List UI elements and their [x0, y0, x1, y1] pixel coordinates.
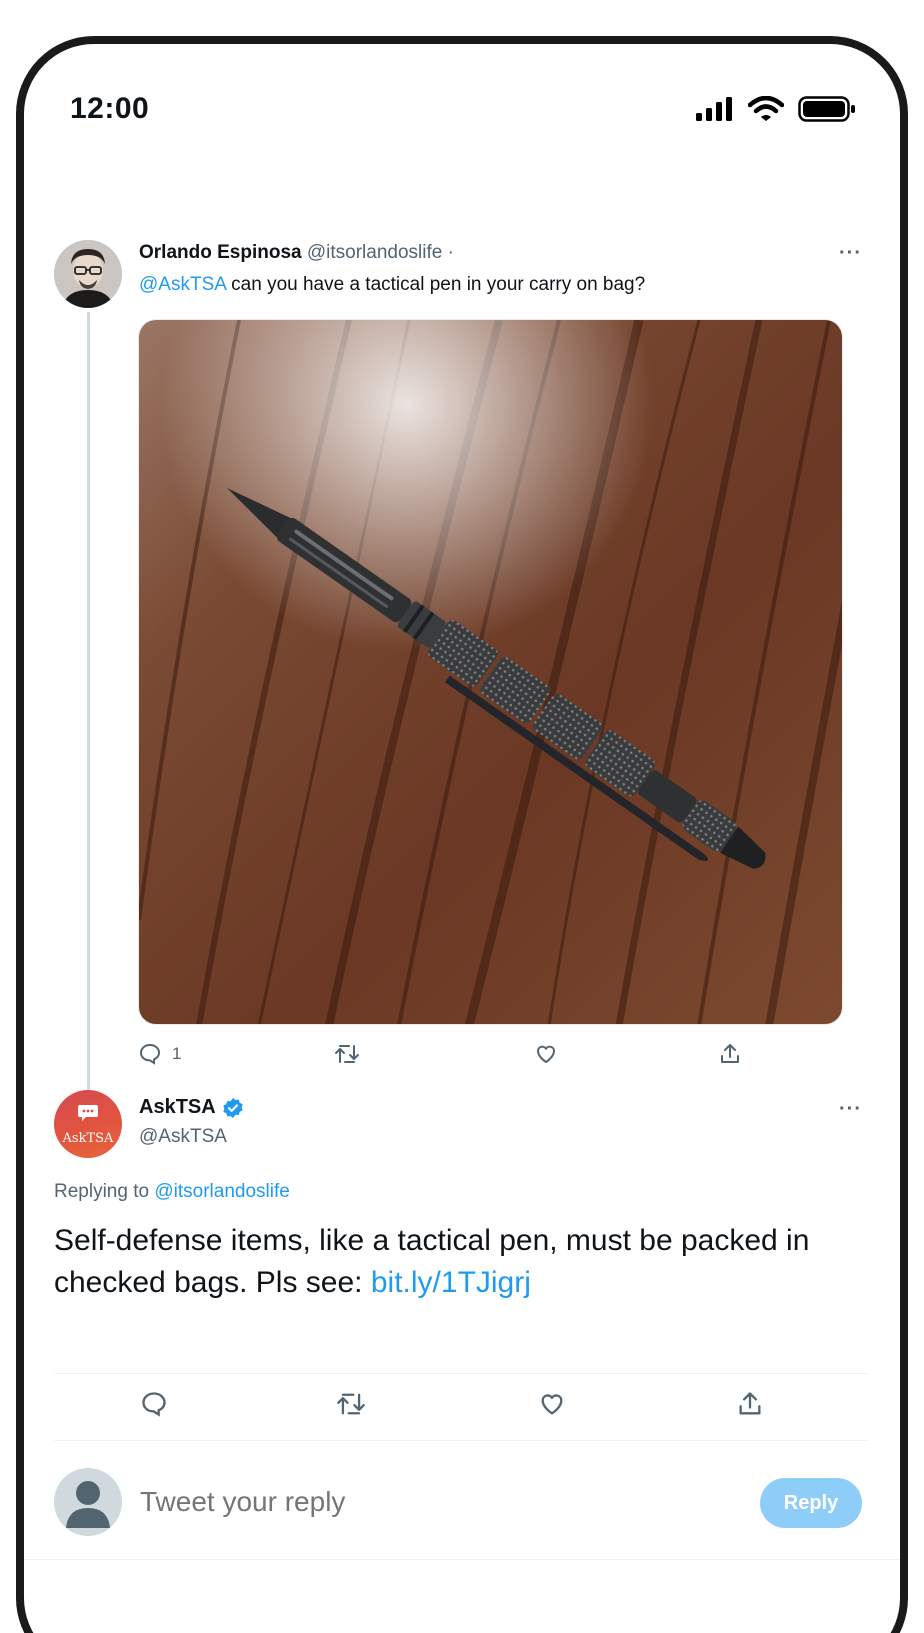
divider: [24, 1559, 900, 1560]
reply-action[interactable]: [140, 1390, 168, 1418]
heart-icon: [541, 1394, 563, 1415]
default-avatar: [54, 1468, 122, 1536]
author-name-text: AskTSA: [139, 1096, 216, 1118]
asktsa-avatar[interactable]: AskTSA: [54, 1090, 122, 1158]
tweet-text: @AskTSA can you have a tactical pen in y…: [139, 274, 645, 296]
share-action[interactable]: [718, 1042, 742, 1066]
tweet-body: Self-defense items, like a tactical pen,…: [54, 1220, 864, 1304]
retweet-icon: [335, 1045, 359, 1063]
thread-line: [87, 312, 90, 1120]
share-icon: [721, 1044, 739, 1063]
tactical-pen-photo: [139, 320, 842, 1024]
tweet-actions: 1: [138, 1042, 748, 1074]
tweet-text-body: can you have a tactical pen in your carr…: [225, 274, 646, 295]
wifi-icon: [748, 96, 784, 121]
divider: [54, 1373, 868, 1374]
reply-count: 1: [172, 1044, 182, 1063]
screen: 12:00 Orlando Espinosa @itsorlandoslife …: [24, 44, 900, 1633]
battery-icon: [798, 96, 855, 122]
avatar[interactable]: [54, 240, 122, 308]
reply-input[interactable]: [140, 1482, 700, 1522]
author-name[interactable]: Orlando Espinosa: [139, 242, 302, 263]
author-name[interactable]: AskTSA: [139, 1096, 244, 1119]
mention-link[interactable]: @AskTSA: [139, 274, 226, 295]
user-photo: [54, 240, 122, 308]
replying-to: Replying to @itsorlandoslife: [54, 1181, 290, 1203]
author-handle[interactable]: @itsorlandoslife ·: [307, 242, 454, 263]
retweet-action[interactable]: [336, 1390, 366, 1418]
author-handle[interactable]: @AskTSA: [139, 1126, 227, 1148]
person-icon: [66, 1481, 110, 1528]
reply-icon: [139, 1043, 161, 1065]
more-options-icon[interactable]: ···: [839, 1098, 862, 1121]
reply-button[interactable]: Reply: [760, 1478, 862, 1528]
tweet-media-image[interactable]: [138, 319, 843, 1025]
tweet-link[interactable]: bit.ly/1TJigrj: [371, 1266, 531, 1299]
retweet-icon: [337, 1393, 365, 1415]
status-time: 12:00: [70, 92, 150, 125]
reply-icon: [142, 1392, 166, 1417]
tweet-actions: [54, 1390, 866, 1426]
more-options-icon[interactable]: ···: [839, 242, 862, 265]
heart-icon: [536, 1045, 556, 1063]
signal-icon: [696, 97, 732, 121]
reply-action[interactable]: 1: [138, 1042, 181, 1066]
tweet-header: Orlando Espinosa @itsorlandoslife ·: [139, 242, 454, 264]
divider: [54, 1440, 868, 1441]
verified-badge-icon: [223, 1097, 243, 1118]
like-action[interactable]: [538, 1390, 566, 1418]
like-action[interactable]: [534, 1042, 558, 1066]
phone-frame: 12:00 Orlando Espinosa @itsorlandoslife …: [16, 36, 908, 1633]
avatar-label: AskTSA: [62, 1131, 114, 1146]
chat-bubble-icon: [78, 1105, 98, 1121]
retweet-action[interactable]: [334, 1042, 360, 1066]
share-icon: [739, 1392, 761, 1415]
replying-prefix: Replying to: [54, 1181, 155, 1202]
share-action[interactable]: [736, 1390, 764, 1418]
status-icons: [696, 96, 856, 122]
replying-handle-link[interactable]: @itsorlandoslife: [154, 1181, 289, 1202]
